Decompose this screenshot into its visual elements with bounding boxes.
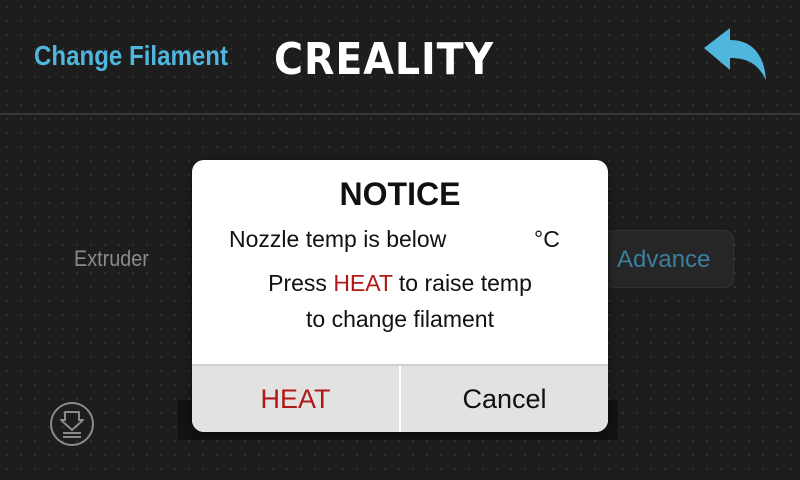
instruction-line-1: Press HEAT to raise temp xyxy=(192,270,608,297)
extrude-button[interactable] xyxy=(48,400,96,448)
nozzle-temp-message: Nozzle temp is below xyxy=(229,226,447,252)
dialog-button-row: HEAT Cancel xyxy=(192,364,608,432)
header-bar: Change Filament CREALITY xyxy=(0,0,800,113)
advance-button[interactable]: Advance xyxy=(606,230,734,288)
back-arrow-icon xyxy=(704,28,766,80)
extrude-icon xyxy=(50,402,94,446)
heat-button[interactable]: HEAT xyxy=(192,366,401,432)
header-divider xyxy=(0,113,800,115)
change-filament-screen: Change Filament CREALITY Extruder Advanc… xyxy=(0,0,800,480)
extruder-label: Extruder xyxy=(74,246,149,271)
brand-logo: CREALITY xyxy=(274,34,495,85)
page-title: Change Filament xyxy=(34,40,229,71)
back-button[interactable] xyxy=(700,26,770,86)
instruction-prefix: Press xyxy=(268,270,334,296)
dialog-title: NOTICE xyxy=(339,176,461,212)
instruction-suffix: to raise temp xyxy=(392,270,532,296)
advance-label: Advance xyxy=(617,246,711,273)
temp-unit: °C xyxy=(534,226,560,252)
instruction-line-2: to change filament xyxy=(306,306,494,332)
notice-dialog: NOTICE Nozzle temp is below °C Press HEA… xyxy=(192,160,608,432)
heat-highlight: HEAT xyxy=(333,270,393,296)
cancel-button[interactable]: Cancel xyxy=(401,366,608,432)
